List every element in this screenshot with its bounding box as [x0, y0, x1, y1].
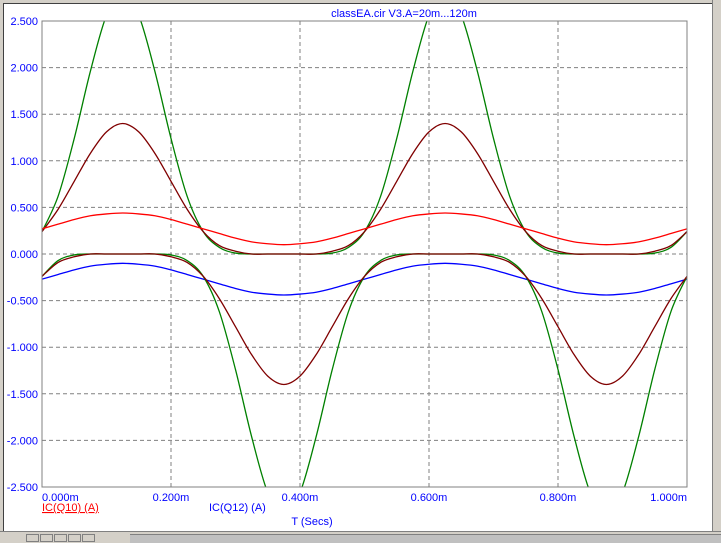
tab-first-button[interactable] — [26, 534, 39, 542]
y-tick-label: 1.500 — [10, 109, 38, 121]
x-tick-label: 0.800m — [540, 492, 577, 504]
legend-ic-q10[interactable]: IC(Q10) (A) — [42, 502, 99, 514]
y-tick-label: -0.500 — [7, 296, 38, 308]
y-tick-label: 2.500 — [10, 16, 38, 28]
plot-window: classEA.cir V3.A=20m...120m 2.500 2.000 1.… — [3, 3, 712, 531]
series-line-5 — [42, 253, 687, 487]
series-line-1 — [42, 21, 687, 255]
tab-last-button[interactable] — [82, 534, 95, 542]
y-tick-label: 2.000 — [10, 63, 38, 75]
tab-prev-button[interactable] — [54, 534, 67, 542]
series-line-3 — [42, 212, 687, 246]
series-line-2 — [42, 122, 687, 255]
y-tick-label: 0.000 — [10, 249, 38, 261]
x-tick-label: 1.000m — [650, 492, 687, 504]
tab-next-button[interactable] — [68, 534, 81, 542]
series-line-4 — [42, 262, 687, 296]
y-tick-label: 0.500 — [10, 202, 38, 214]
vertical-scrollbar[interactable] — [712, 0, 721, 531]
x-axis: 0.000m 0.200m 0.400m 0.600m 0.800m 1.000m — [42, 492, 687, 504]
x-tick-label: 0.400m — [282, 492, 319, 504]
x-tick-label: 0.600m — [411, 492, 448, 504]
tab-prev-page-button[interactable] — [40, 534, 53, 542]
legend-ic-q12[interactable]: IC(Q12) (A) — [209, 502, 266, 514]
series-line-6 — [42, 253, 687, 386]
y-tick-label: -2.500 — [7, 482, 38, 494]
series-group — [42, 21, 687, 487]
y-axis: 2.500 2.000 1.500 1.000 0.500 0.000 -0.500 -1.0… — [7, 16, 38, 494]
chart-title: classEA.cir V3.A=20m...120m — [331, 8, 477, 20]
y-tick-label: -1.500 — [7, 389, 38, 401]
chart: classEA.cir V3.A=20m...120m 2.500 2.000 1.… — [7, 8, 688, 528]
x-axis-label: T (Secs) — [291, 516, 332, 528]
y-tick-label: -1.000 — [7, 342, 38, 354]
x-tick-label: 0.200m — [153, 492, 190, 504]
y-tick-label: 1.000 — [10, 156, 38, 168]
y-tick-label: -2.000 — [7, 435, 38, 447]
